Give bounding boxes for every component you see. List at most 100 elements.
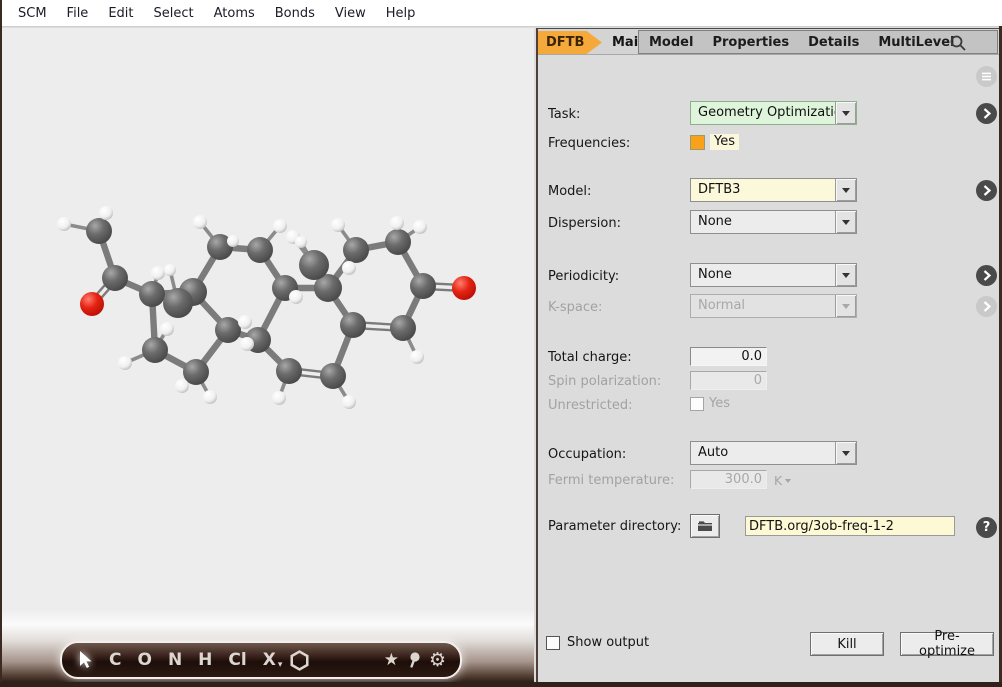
atom-h[interactable] (151, 266, 165, 280)
module-tab-dftb[interactable]: DFTB (538, 31, 602, 54)
element-o-button[interactable]: O (137, 645, 151, 675)
atom-c[interactable] (163, 288, 193, 318)
atom-h[interactable] (410, 350, 424, 364)
tab-multilevel[interactable]: MultiLevel (878, 35, 954, 50)
atom-h[interactable] (331, 218, 345, 232)
menu-view[interactable]: View (325, 6, 376, 21)
atom-h[interactable] (272, 391, 286, 405)
kspace-dropdown: Normal (690, 294, 857, 318)
model-detail-arrow-button[interactable] (976, 180, 997, 201)
tab-details[interactable]: Details (808, 35, 859, 50)
periodicity-dropdown[interactable]: None (690, 263, 857, 287)
atom-c[interactable] (320, 363, 346, 389)
window-border-bottom (0, 682, 1002, 687)
atom-h[interactable] (164, 264, 176, 276)
atom-h[interactable] (227, 235, 239, 247)
periodicity-detail-arrow-button[interactable] (976, 265, 997, 286)
menu-edit[interactable]: Edit (98, 6, 143, 21)
atom-h[interactable] (295, 236, 307, 248)
atom-h[interactable] (413, 220, 427, 234)
tab-model[interactable]: Model (649, 35, 693, 50)
atom-h[interactable] (160, 322, 174, 336)
element-cl-button[interactable]: Cl (228, 645, 246, 675)
atom-h[interactable] (99, 206, 113, 220)
atom-c[interactable] (247, 237, 273, 263)
atom-o[interactable] (80, 292, 104, 316)
task-label: Task: (548, 107, 581, 122)
menu-help[interactable]: Help (376, 6, 426, 21)
dispersion-label: Dispersion: (548, 216, 621, 231)
parameter-directory-input[interactable]: DFTB.org/3ob-freq-1-2 (745, 516, 955, 536)
atom-c[interactable] (385, 229, 411, 255)
dispersion-dropdown-arrow[interactable] (835, 211, 856, 233)
tab-group: Model Properties Details MultiLevel (638, 30, 998, 54)
atom-h[interactable] (118, 356, 132, 370)
star-icon[interactable]: ★ (384, 650, 399, 670)
atom-h[interactable] (390, 216, 404, 230)
search-icon[interactable] (949, 34, 967, 56)
menu-file[interactable]: File (57, 6, 99, 21)
show-output-checkbox[interactable] (546, 635, 560, 650)
parameter-help-button[interactable]: ? (976, 517, 997, 538)
task-detail-arrow-button[interactable] (976, 103, 997, 124)
element-x-dropdown-caret[interactable]: ▾ (278, 660, 283, 670)
menu-bonds[interactable]: Bonds (265, 6, 325, 21)
unrestricted-checkbox (690, 396, 704, 411)
atom-h[interactable] (175, 379, 189, 393)
atom-c[interactable] (102, 265, 128, 291)
gear-icon[interactable]: ⚙ (429, 649, 446, 671)
atom-c[interactable] (340, 312, 366, 338)
atom-h[interactable] (289, 290, 303, 304)
element-h-button[interactable]: H (198, 645, 212, 675)
element-toolbar: C O N H Cl X ▾ ★ ⚙ (60, 641, 462, 679)
preoptimize-button[interactable]: Pre-optimize (900, 629, 994, 659)
atom-c[interactable] (410, 273, 436, 299)
folder-browse-button[interactable] (690, 514, 720, 538)
pointer-tool-icon[interactable] (76, 650, 94, 670)
atom-c[interactable] (299, 250, 329, 280)
tab-properties[interactable]: Properties (712, 35, 789, 50)
total-charge-input[interactable]: 0.0 (690, 347, 767, 366)
atom-h[interactable] (193, 215, 207, 229)
atom-c[interactable] (276, 358, 302, 384)
atom-c[interactable] (139, 281, 165, 307)
menu-select[interactable]: Select (144, 6, 204, 21)
atom-h[interactable] (240, 337, 254, 351)
element-c-button[interactable]: C (109, 645, 121, 675)
atom-o[interactable] (452, 276, 476, 300)
atom-h[interactable] (342, 395, 356, 409)
atom-h[interactable] (273, 219, 287, 233)
frequencies-label: Frequencies: (548, 136, 631, 151)
menu-atoms[interactable]: Atoms (204, 6, 265, 21)
element-x-button[interactable]: X (263, 645, 276, 675)
atom-h[interactable] (203, 390, 217, 404)
menu-scm[interactable]: SCM (8, 6, 57, 21)
kill-button[interactable]: Kill (810, 632, 884, 656)
task-dropdown[interactable]: Geometry Optimizatio (690, 101, 857, 125)
atom-h[interactable] (342, 261, 356, 275)
atom-c[interactable] (142, 337, 168, 363)
element-n-button[interactable]: N (168, 645, 182, 675)
show-output-label: Show output (567, 635, 650, 650)
fermi-unit-dropdown: K (774, 473, 792, 488)
balloon-icon[interactable] (406, 651, 422, 670)
model-dropdown-arrow[interactable] (835, 179, 856, 201)
periodicity-dropdown-arrow[interactable] (835, 264, 856, 286)
atom-h[interactable] (238, 315, 252, 329)
dispersion-dropdown[interactable]: None (690, 210, 857, 234)
model-dropdown[interactable]: DFTB3 (690, 178, 857, 202)
atom-c[interactable] (215, 317, 241, 343)
atom-c[interactable] (343, 237, 369, 263)
task-dropdown-arrow[interactable] (835, 102, 856, 124)
atom-c[interactable] (390, 315, 416, 341)
atom-h[interactable] (57, 217, 71, 231)
frequencies-checkbox[interactable] (690, 134, 705, 150)
molecule-viewport[interactable]: C O N H Cl X ▾ ★ ⚙ (2, 28, 534, 682)
occupation-dropdown-arrow[interactable] (835, 442, 856, 464)
atom-c[interactable] (86, 218, 112, 244)
occupation-dropdown[interactable]: Auto (690, 441, 857, 465)
unrestricted-label: Unrestricted: (548, 398, 633, 413)
molecule-model[interactable] (2, 28, 534, 682)
ring-tool-icon[interactable] (289, 649, 310, 671)
kspace-label: K-space: (548, 300, 603, 315)
